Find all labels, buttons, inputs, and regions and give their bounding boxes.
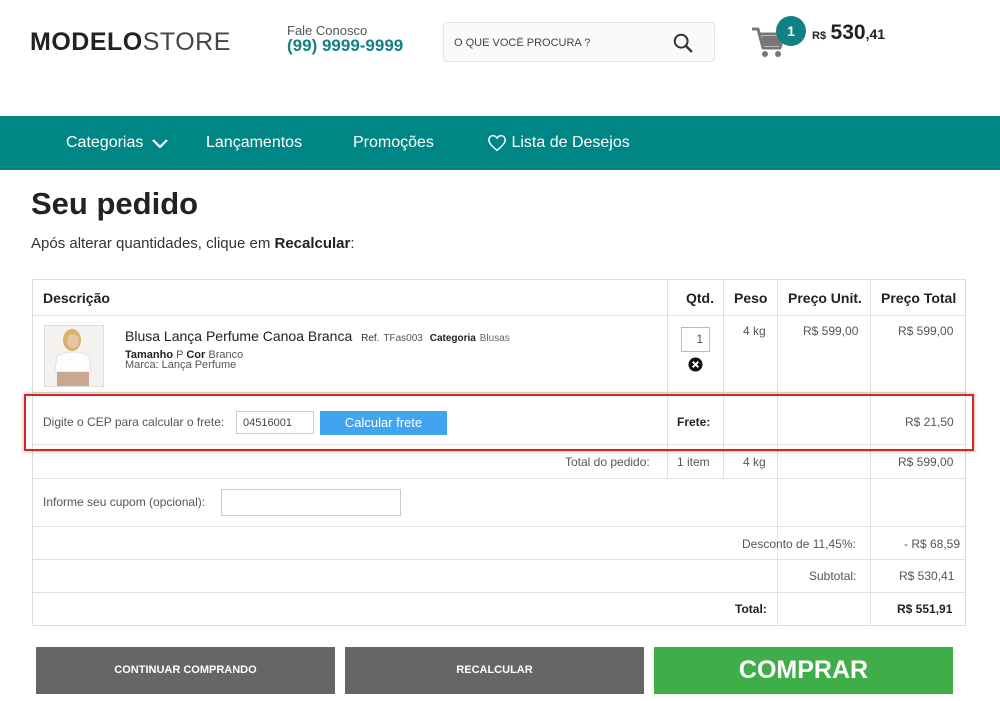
subtitle-suffix: : bbox=[350, 235, 355, 252]
item-preco-unit: R$ 599,00 bbox=[803, 324, 859, 338]
subtitle-bold: Recalcular bbox=[274, 235, 351, 252]
total-pedido-items: 1 item bbox=[677, 455, 710, 469]
header-preco-total: Preço Total bbox=[881, 290, 957, 306]
quantity-input[interactable]: 1 bbox=[681, 327, 710, 352]
remove-item-icon[interactable] bbox=[688, 357, 703, 372]
cart-count-badge[interactable]: 1 bbox=[776, 16, 806, 46]
total-label: Total: bbox=[735, 602, 767, 616]
product-ref-label: Ref. bbox=[361, 333, 380, 344]
product-name[interactable]: Blusa Lança Perfume Canoa Branca Ref. TF… bbox=[125, 328, 510, 344]
store-logo[interactable]: MODELOSTORE bbox=[30, 28, 231, 57]
chevron-down-icon bbox=[152, 138, 168, 149]
header-qtd: Qtd. bbox=[686, 290, 714, 306]
subtotal-label: Subtotal: bbox=[809, 569, 857, 583]
nav-lista-desejos-label: Lista de Desejos bbox=[511, 134, 630, 151]
desconto-value: - R$ 68,59 bbox=[904, 537, 961, 551]
product-marca: Marca: Lança Perfume bbox=[125, 359, 237, 371]
product-image bbox=[45, 326, 103, 386]
header-preco-unit: Preço Unit. bbox=[788, 290, 862, 306]
header-descricao: Descrição bbox=[43, 290, 110, 306]
desconto-label: Desconto de 11,45%: bbox=[742, 537, 856, 551]
header-peso: Peso bbox=[734, 290, 768, 306]
product-name-text: Blusa Lança Perfume Canoa Branca bbox=[125, 328, 353, 344]
cart-total-decimal: ,41 bbox=[865, 26, 886, 42]
logo-bold: MODELO bbox=[30, 28, 143, 56]
nav-categorias-label: Categorias bbox=[66, 134, 144, 151]
nav-promocoes[interactable]: Promoções bbox=[353, 116, 434, 170]
product-ref-value: TFas003 bbox=[383, 333, 423, 344]
product-categoria-value: Blusas bbox=[479, 333, 510, 344]
row-divider bbox=[33, 592, 965, 593]
search-icon[interactable] bbox=[672, 32, 694, 54]
cart-total-integer: 530 bbox=[830, 21, 866, 44]
col-divider bbox=[870, 280, 871, 625]
heart-icon bbox=[488, 134, 506, 152]
product-thumbnail[interactable] bbox=[44, 325, 104, 387]
nav-lista-desejos[interactable]: Lista de Desejos bbox=[487, 116, 630, 170]
row-divider bbox=[33, 392, 965, 393]
page-subtitle: Após alterar quantidades, clique em Reca… bbox=[31, 235, 355, 252]
continuar-comprando-button[interactable]: CONTINUAR COMPRANDO bbox=[36, 647, 335, 694]
product-categoria-label: Categoria bbox=[429, 333, 476, 344]
coupon-input[interactable] bbox=[221, 489, 401, 516]
total-pedido-value: R$ 599,00 bbox=[898, 455, 954, 469]
total-value: R$ 551,91 bbox=[897, 602, 953, 616]
subtitle-prefix: Após alterar quantidades, clique em bbox=[31, 235, 275, 252]
search-input[interactable] bbox=[454, 33, 664, 53]
item-peso: 4 kg bbox=[743, 324, 766, 338]
total-pedido-label: Total do pedido: bbox=[565, 455, 650, 469]
page-title: Seu pedido bbox=[31, 186, 199, 221]
contact-phone[interactable]: (99) 9999-9999 bbox=[287, 36, 403, 56]
logo-light: STORE bbox=[142, 28, 231, 56]
search-box bbox=[443, 22, 715, 62]
row-divider bbox=[33, 315, 965, 316]
comprar-button[interactable]: COMPRAR bbox=[654, 647, 953, 694]
cart-currency: R$ bbox=[812, 30, 827, 42]
item-preco-total: R$ 599,00 bbox=[898, 324, 954, 338]
cart-total[interactable]: R$ 530,41 bbox=[812, 21, 885, 45]
row-divider bbox=[33, 526, 965, 527]
frete-highlight-box bbox=[24, 394, 974, 451]
nav-categorias[interactable]: Categorias bbox=[66, 116, 169, 170]
recalcular-button[interactable]: RECALCULAR bbox=[345, 647, 644, 694]
order-table: Descrição Qtd. Peso Preço Unit. Preço To… bbox=[32, 279, 966, 626]
row-divider bbox=[33, 478, 965, 479]
cupom-label: Informe seu cupom (opcional): bbox=[43, 495, 206, 509]
col-divider bbox=[777, 280, 778, 625]
main-nav: Categorias Lançamentos Promoções Lista d… bbox=[0, 116, 1000, 170]
row-divider bbox=[33, 559, 965, 560]
subtotal-value: R$ 530,41 bbox=[899, 569, 955, 583]
nav-lancamentos[interactable]: Lançamentos bbox=[206, 116, 302, 170]
total-pedido-peso: 4 kg bbox=[743, 455, 766, 469]
